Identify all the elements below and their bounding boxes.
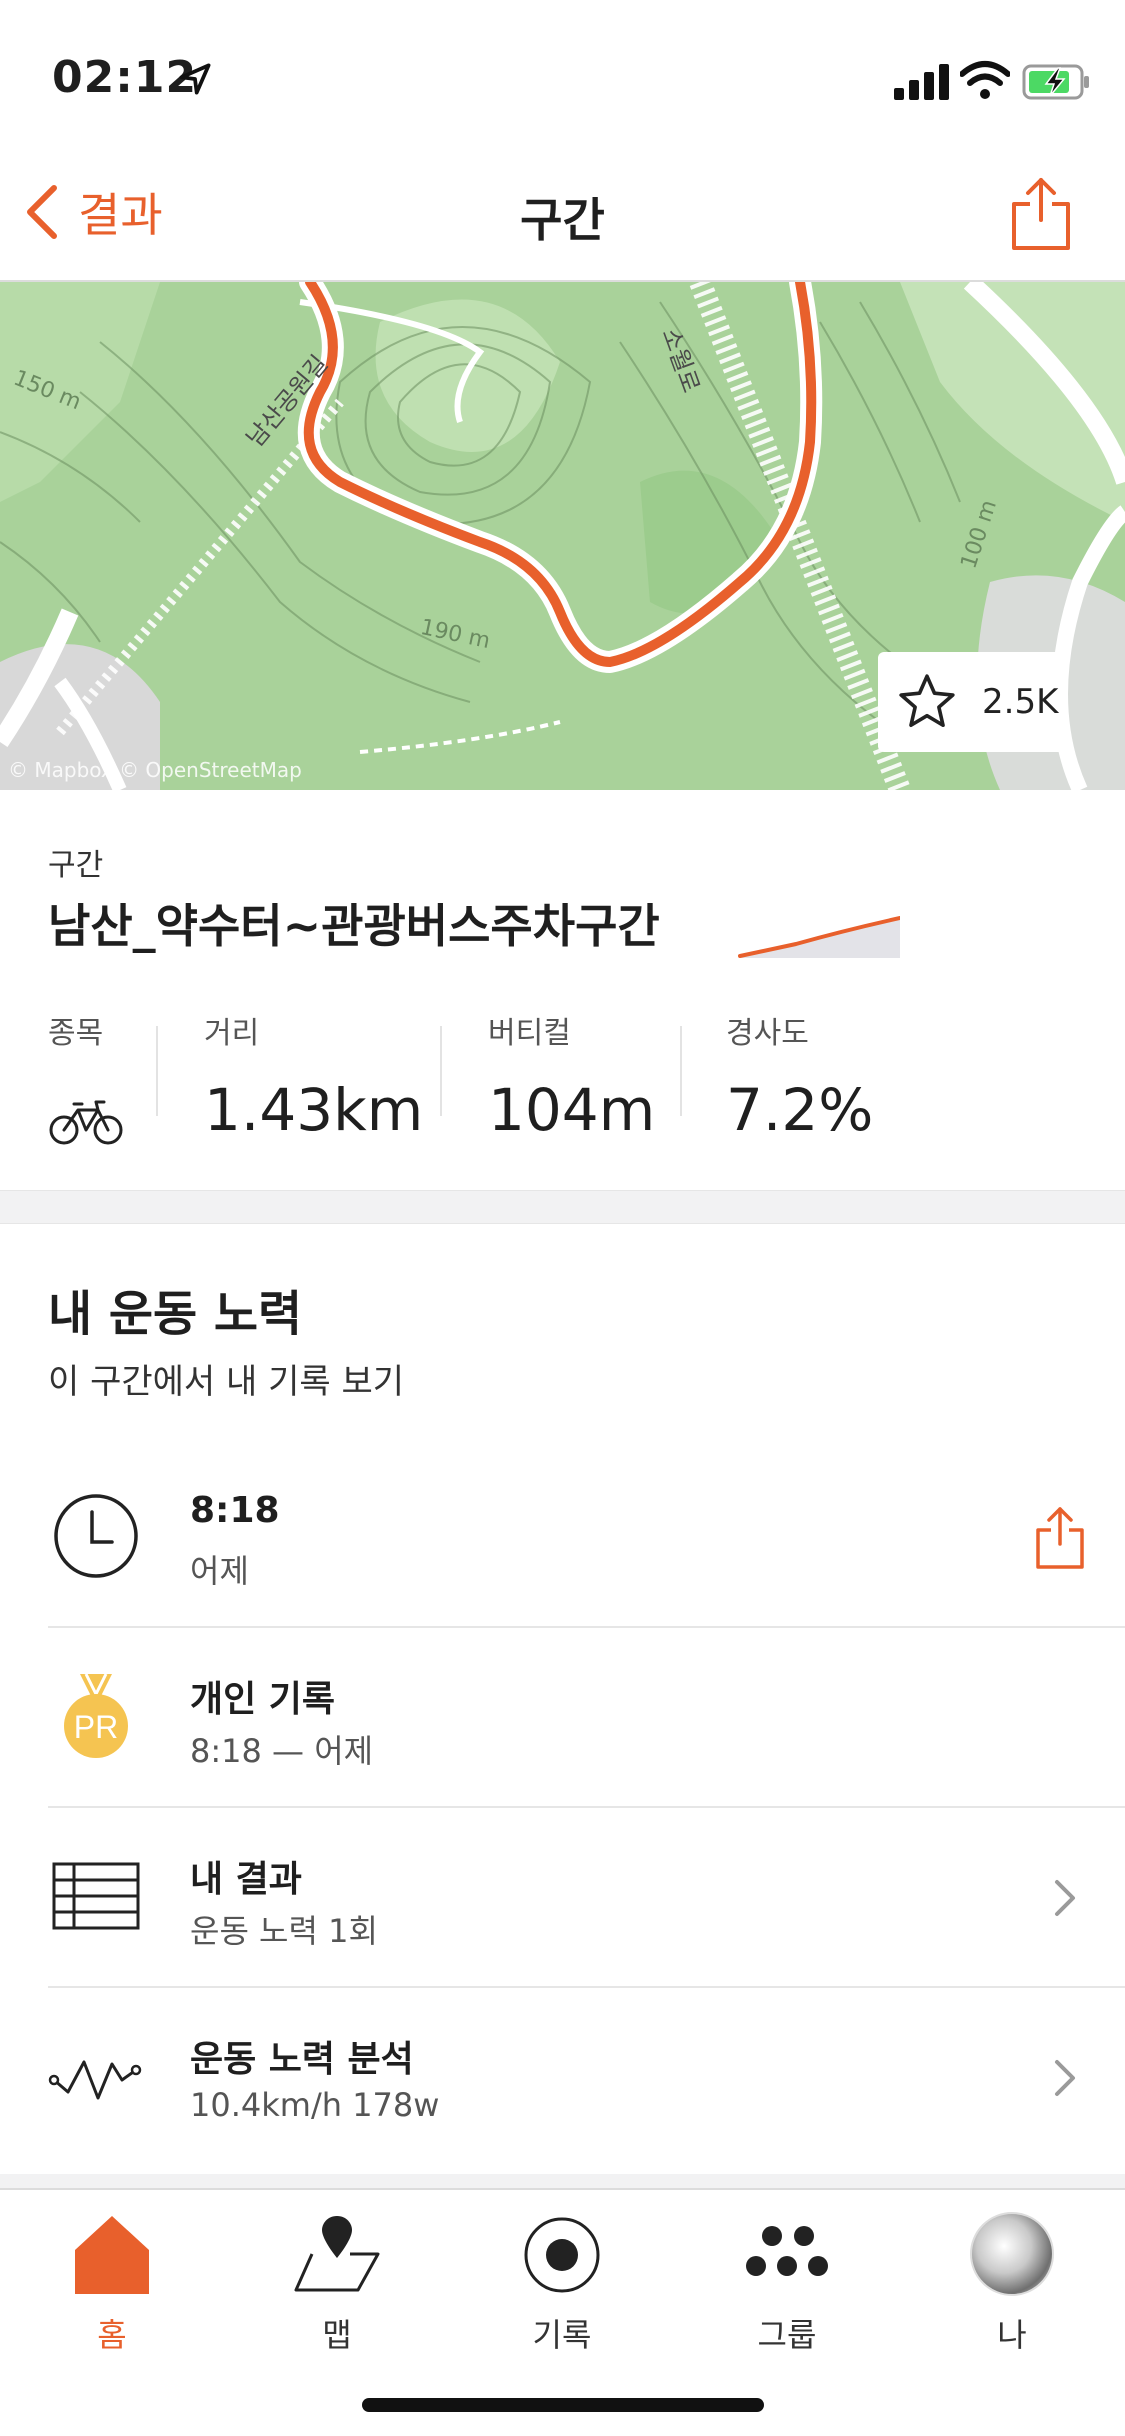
home-indicator <box>362 2398 764 2412</box>
elevation-profile-icon <box>738 916 900 958</box>
map-attribution[interactable]: © Mapbox © OpenStreetMap <box>8 758 302 782</box>
tab-record[interactable]: 기록 <box>472 2210 652 2360</box>
results-title: 내 결과 <box>190 1859 302 1900</box>
effort-row-analysis[interactable]: 운동 노력 분석 10.4km/h 178w <box>48 1988 1125 2168</box>
results-detail: 운동 노력 1회 <box>190 1912 378 1950</box>
tab-map[interactable]: 맵 <box>247 2210 427 2360</box>
stat-divider <box>440 1026 442 1116</box>
pr-badge-text: PR <box>74 1709 118 1745</box>
cellular-signal-icon <box>894 64 949 100</box>
battery-charging-icon <box>1022 64 1089 100</box>
my-efforts-section: 내 운동 노력 이 구간에서 내 기록 보기 8:18 어제 PR 개인 기록 … <box>0 1224 1125 2182</box>
efforts-subtitle: 이 구간에서 내 기록 보기 <box>48 1362 405 1402</box>
tab-label-profile: 나 <box>997 2316 1027 2354</box>
stat-value-distance: 1.43km <box>204 1076 424 1144</box>
pr-detail: 8:18 — 어제 <box>190 1732 374 1770</box>
stat-label-distance: 거리 <box>204 1016 260 1051</box>
table-icon <box>52 1862 140 1930</box>
effort-row-latest[interactable]: 8:18 어제 <box>48 1448 1125 1628</box>
analysis-title: 운동 노력 분석 <box>190 2039 414 2080</box>
analysis-detail: 10.4km/h 178w <box>190 2086 440 2124</box>
pr-title: 개인 기록 <box>190 1679 336 1720</box>
pr-medal-icon: PR <box>64 1673 128 1758</box>
section-separator <box>0 2174 1125 2188</box>
stat-label-grade: 경사도 <box>726 1016 809 1051</box>
effort-row-results[interactable]: 내 결과 운동 노력 1회 <box>48 1808 1125 1988</box>
location-arrow-icon <box>179 63 211 95</box>
group-icon <box>746 2226 828 2276</box>
bike-icon <box>49 1100 123 1145</box>
analysis-icon <box>48 2060 142 2100</box>
clock-icon <box>54 1494 138 1578</box>
stat-grade: 경사도 7.2% <box>726 1008 873 1144</box>
efforts-title: 내 운동 노력 <box>48 1286 303 1342</box>
stat-divider <box>156 1026 158 1116</box>
stat-value-vertical: 104m <box>488 1076 656 1144</box>
chevron-right-icon <box>1055 2060 1075 2096</box>
record-icon <box>524 2217 600 2293</box>
tab-label-record: 기록 <box>532 2316 592 2354</box>
stat-vertical: 버티컬 104m <box>488 1008 655 1144</box>
segment-label: 구간 <box>48 848 104 883</box>
section-separator <box>0 1190 1125 1224</box>
effort-date: 어제 <box>190 1552 249 1590</box>
tab-label-groups: 그룹 <box>757 2316 817 2354</box>
stat-sport: 종목 <box>48 1008 124 1150</box>
tab-home[interactable]: 홈 <box>22 2210 202 2360</box>
tab-label-map: 맵 <box>322 2316 352 2354</box>
star-icon <box>899 674 955 728</box>
status-bar: 02:12 <box>0 0 1125 140</box>
effort-row-pr[interactable]: PR 개인 기록 8:18 — 어제 <box>48 1628 1125 1808</box>
avatar <box>970 2212 1054 2296</box>
stat-distance: 거리 1.43km <box>204 1008 423 1144</box>
share-icon[interactable] <box>1035 1506 1085 1570</box>
navigation-bar: 결과 구간 <box>0 140 1125 282</box>
tab-profile[interactable]: 나 <box>922 2210 1102 2360</box>
tab-label-home: 홈 <box>97 2316 127 2354</box>
stat-label-vertical: 버티컬 <box>488 1016 571 1051</box>
status-time: 02:12 <box>52 52 198 103</box>
chevron-right-icon <box>1055 1880 1075 1916</box>
stat-divider <box>680 1026 682 1116</box>
share-icon[interactable] <box>1010 176 1072 252</box>
tab-groups[interactable]: 그룹 <box>697 2210 877 2360</box>
effort-time: 8:18 <box>190 1490 280 1531</box>
home-icon <box>75 2216 149 2294</box>
segment-name: 남산_약수터~관광버스주차구간 <box>48 899 660 953</box>
star-count: 2.5K <box>982 682 1059 722</box>
map-icon <box>294 2216 380 2292</box>
stat-value-grade: 7.2% <box>726 1076 874 1144</box>
segment-info: 구간 남산_약수터~관광버스주차구간 종목 거리 1.43km 버티컬 104m… <box>0 790 1125 1190</box>
segment-map[interactable]: 150 m 190 m 100 m 남산공원길 소월로 2.5K © Mapbo… <box>0 282 1125 790</box>
wifi-icon <box>960 61 1010 99</box>
stat-label-sport: 종목 <box>48 1016 104 1051</box>
star-segment-button[interactable]: 2.5K <box>878 652 1068 752</box>
page-title: 구간 <box>520 193 605 247</box>
